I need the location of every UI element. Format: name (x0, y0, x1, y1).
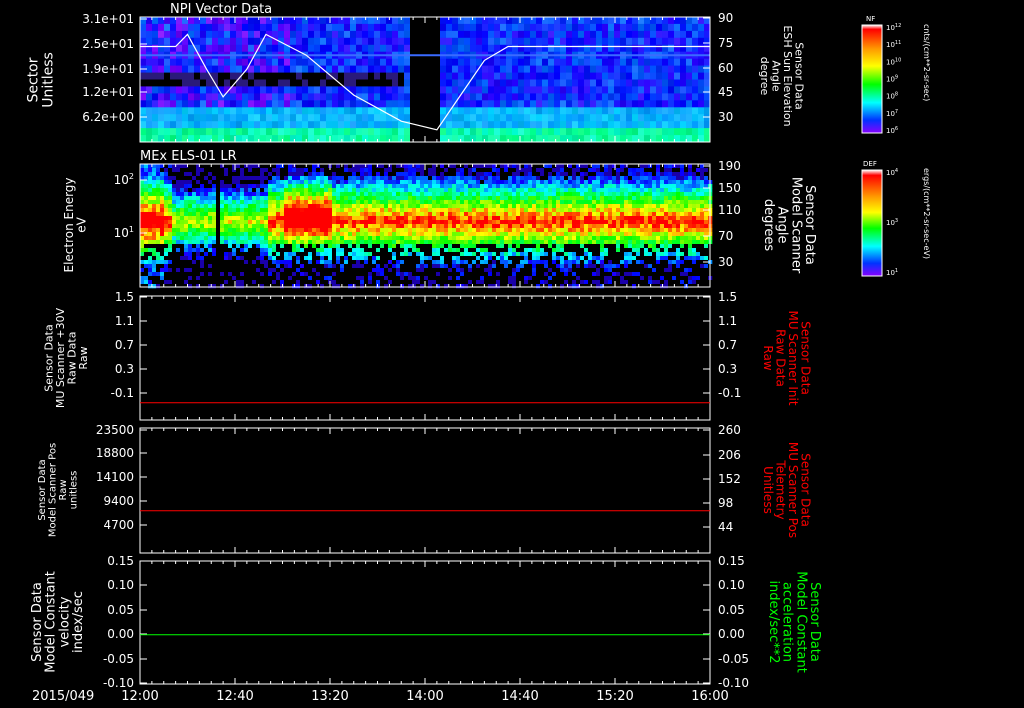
right-tick-label: 30 (718, 255, 733, 269)
els-colorbar-title: DEF (863, 160, 877, 168)
right-tick-label: 60 (718, 61, 733, 75)
right-tick-label: 0.3 (718, 362, 737, 376)
mission-plot-canvas: 3.1e+01 2.5e+01 1.9e+01 1.2e+01 6.2e+00 90 75 6… (26, 2, 931, 704)
left-tick-label: 0.05 (107, 603, 134, 617)
left-tick-label: -0.1 (111, 386, 134, 400)
left-tick-label: 0.10 (107, 578, 134, 592)
left-tick-label: 23500 (96, 423, 134, 437)
npi-right-axis-title: Sensor DataESH Sun ElevationAngledegree (758, 25, 806, 126)
right-tick-label: 110 (718, 203, 741, 217)
npi-colorbar-tick: 1012 (886, 23, 901, 32)
const-right-axis-title: Sensor DataModel Constantaccelerationind… (766, 571, 822, 673)
npi-left-axis-title: SectorUnitless (26, 52, 57, 108)
left-tick-label: 0.15 (107, 554, 134, 568)
els-left-axis-title: Electron EnergyeV (62, 177, 89, 272)
left-tick-label: 101 (114, 225, 134, 240)
right-tick-label: 190 (718, 159, 741, 173)
x-tick-label: 12:40 (216, 689, 253, 704)
right-tick-label: 90 (718, 11, 733, 25)
npi-colorbar-title: NF (866, 15, 875, 23)
els-colorbar-tick: 104 (886, 168, 898, 177)
right-tick-label: 152 (718, 472, 741, 486)
right-tick-label: 44 (718, 520, 733, 534)
x-tick-label: 13:20 (311, 689, 348, 704)
npi-colorbar-tick: 107 (886, 109, 898, 118)
left-tick-label: 1.2e+01 (82, 85, 134, 99)
left-tick-label: 102 (114, 172, 134, 187)
pos-right-axis-title: Sensor DataMU Scanner PosTelemetryUnitle… (761, 442, 813, 538)
npi-colorbar-tick: 1010 (886, 57, 901, 66)
x-tick-label: 15:20 (596, 689, 633, 704)
x-tick-label: 12:00 (121, 689, 158, 704)
pos-left-axis-title: Sensor DataModel Scanner PosRawunitless (37, 443, 80, 537)
right-tick-label: 1.5 (718, 290, 737, 304)
left-tick-label: 14100 (96, 470, 134, 484)
mu30-panel-frame (139, 295, 711, 421)
mu30-left-axis-title: Sensor DataMU Scanner +30VRaw DataRaw (43, 307, 91, 408)
right-tick-label: 0.15 (718, 554, 745, 568)
npi-colorbar-units: cnts/(cm**2-sr-sec) (922, 24, 931, 101)
left-tick-label: 9400 (103, 494, 134, 508)
mu30-right-axis-title: Sensor DataMU Scanner InitRaw DataRaw (761, 310, 813, 405)
left-tick-label: 18800 (96, 446, 134, 460)
left-tick-label: -0.10 (103, 676, 134, 690)
npi-colorbar: NF 1012 1011 1010 109 108 107 106 cnts/(cm**2-… (861, 15, 931, 135)
els-spectrogram (140, 164, 713, 289)
right-tick-label: 70 (718, 229, 733, 243)
right-tick-label: -0.05 (718, 652, 749, 666)
right-tick-label: 30 (718, 110, 733, 124)
right-tick-label: 260 (718, 423, 741, 437)
right-tick-label: 98 (718, 496, 733, 510)
left-tick-label: -0.05 (103, 652, 134, 666)
left-tick-label: 0.00 (107, 627, 134, 641)
els-colorbar-tick: 103 (886, 218, 898, 227)
els-colorbar-tick: 101 (886, 268, 898, 277)
right-tick-label: 45 (718, 85, 733, 99)
const-left-axis-title: Sensor DataModel Constantvelocityindex/s… (30, 571, 86, 673)
right-tick-label: -0.10 (718, 676, 749, 690)
left-tick-label: 1.1 (115, 314, 134, 328)
els-colorbar: DEF 104 103 101 ergs/(cm**2-sr-sec-eV) (861, 160, 931, 277)
x-tick-label: 14:40 (501, 689, 538, 704)
els-colorbar-units: ergs/(cm**2-sr-sec-eV) (922, 168, 931, 259)
npi-colorbar-tick: 106 (886, 126, 898, 135)
left-tick-label: 0.7 (115, 338, 134, 352)
left-tick-label: 1.5 (115, 290, 134, 304)
right-tick-label: 206 (718, 448, 741, 462)
npi-panel-title: NPI Vector Data (170, 2, 272, 17)
left-tick-label: 4700 (103, 518, 134, 532)
right-tick-label: 0.10 (718, 578, 745, 592)
left-tick-label: 6.2e+00 (82, 110, 134, 124)
els-right-axis-title: Sensor DataModel ScannerAngledegrees (761, 177, 817, 274)
npi-colorbar-tick: 108 (886, 92, 898, 101)
left-tick-label: 1.9e+01 (82, 62, 134, 76)
npi-colorbar-tick: 1011 (886, 40, 901, 49)
npi-colorbar-tick: 109 (886, 75, 898, 84)
date-label: 2015/049 (32, 689, 94, 704)
const-panel-frame (139, 560, 711, 685)
right-tick-label: 75 (718, 36, 733, 50)
x-tick-label: 16:00 (691, 689, 728, 704)
right-tick-label: 0.7 (718, 338, 737, 352)
right-tick-label: -0.1 (718, 386, 741, 400)
right-tick-label: 0.00 (718, 627, 745, 641)
pos-panel-frame (139, 427, 711, 554)
left-tick-label: 3.1e+01 (82, 12, 134, 26)
left-tick-label: 2.5e+01 (82, 37, 134, 51)
right-tick-label: 0.05 (718, 603, 745, 617)
right-tick-label: 150 (718, 181, 741, 195)
els-panel-title: MEx ELS-01 LR (140, 149, 237, 164)
x-tick-label: 14:00 (406, 689, 443, 704)
right-tick-label: 1.1 (718, 314, 737, 328)
left-tick-label: 0.3 (115, 362, 134, 376)
npi-spectrogram (140, 17, 711, 143)
